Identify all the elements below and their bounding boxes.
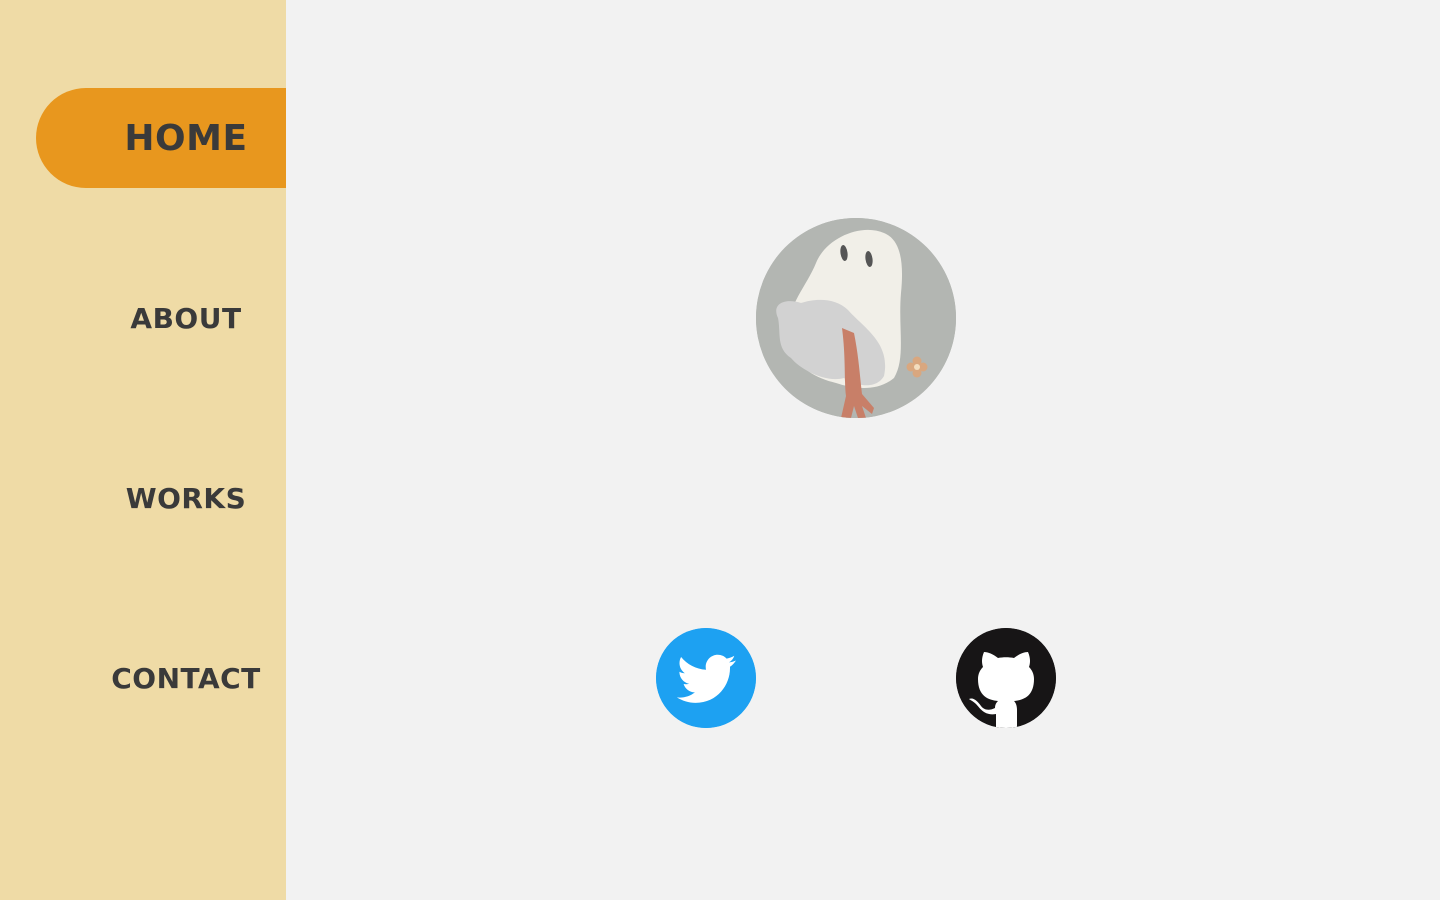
nav-item-label: HOME: [124, 117, 248, 159]
nav-item-label: ABOUT: [130, 301, 242, 335]
twitter-bird-icon: [656, 628, 756, 728]
github-octocat-icon: [956, 628, 1056, 728]
nav-item-label: CONTACT: [111, 661, 261, 695]
github-link[interactable]: [956, 628, 1056, 728]
sidebar-nav: HOME ABOUT WORKS CONTACT: [0, 0, 286, 900]
ghost-avatar-icon: [756, 218, 956, 418]
nav-item-works[interactable]: WORKS: [36, 448, 286, 548]
nav-item-home[interactable]: HOME: [36, 88, 286, 188]
twitter-link[interactable]: [656, 628, 756, 728]
nav-item-label: WORKS: [125, 481, 247, 515]
nav-item-about[interactable]: ABOUT: [36, 268, 286, 368]
main-content: [286, 0, 1440, 900]
profile-avatar: [756, 218, 956, 418]
nav-item-contact[interactable]: CONTACT: [36, 628, 286, 728]
